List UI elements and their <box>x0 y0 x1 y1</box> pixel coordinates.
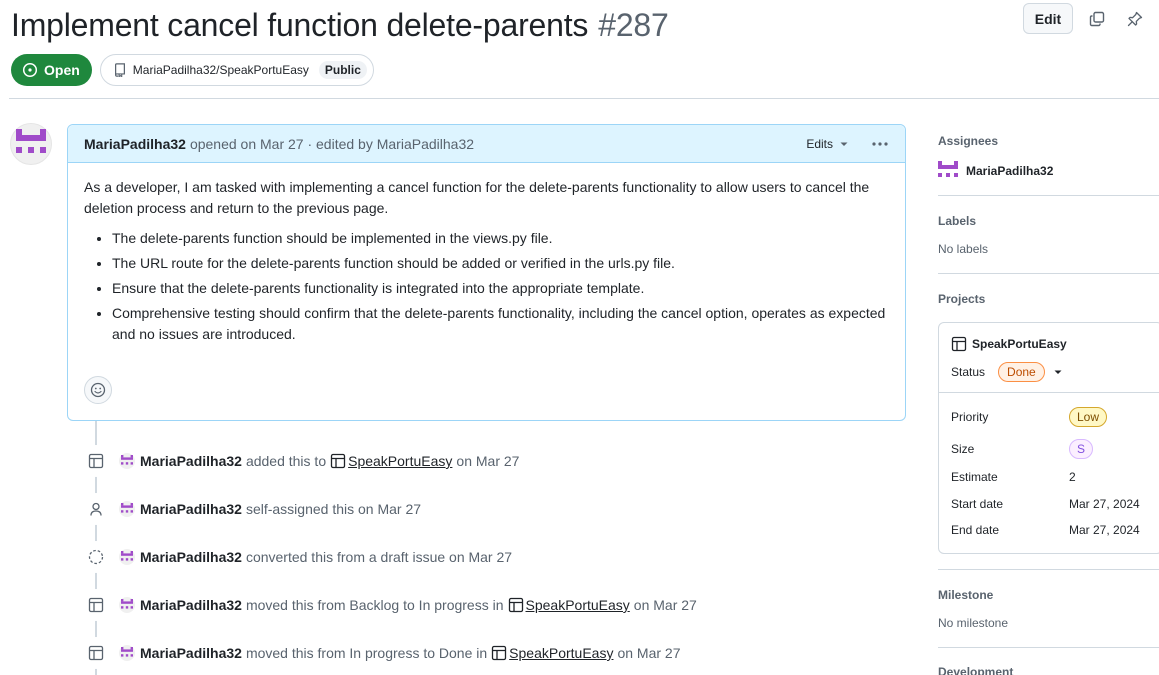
projects-title[interactable]: Projects <box>938 292 1159 306</box>
project-field-size[interactable]: Size S <box>951 439 1151 459</box>
avatar[interactable] <box>119 549 135 565</box>
project-field-end-date[interactable]: End date Mar 27, 2024 <box>951 523 1151 537</box>
project-link[interactable]: SpeakPortuEasy <box>509 645 613 661</box>
assignees-section: Assignees MariaPadilha32 <box>938 134 1159 181</box>
issue-title-row: Implement cancel function delete-parents… <box>11 2 669 48</box>
author-avatar[interactable] <box>10 123 52 165</box>
table-icon <box>951 336 967 352</box>
edits-dropdown[interactable]: Edits <box>806 137 849 151</box>
edit-button[interactable]: Edit <box>1023 3 1073 34</box>
list-item: Comprehensive testing should confirm tha… <box>112 303 889 345</box>
triangle-down-icon <box>840 142 848 146</box>
project-field-start-date[interactable]: Start date Mar 27, 2024 <box>951 497 1151 511</box>
issue-body-comment: MariaPadilha32 opened on Mar 27 · edited… <box>67 124 906 421</box>
kebab-icon[interactable] <box>871 141 889 147</box>
state-badge: Open <box>11 54 92 86</box>
header-actions: Edit <box>1023 3 1149 34</box>
timeline-author[interactable]: MariaPadilha32 <box>140 501 242 517</box>
timeline-item: MariaPadilha32 converted this from a dra… <box>80 541 512 573</box>
projects-section: Projects <box>938 292 1159 306</box>
list-item: The URL route for the delete-parents fun… <box>112 253 889 274</box>
smiley-icon[interactable] <box>84 376 112 404</box>
labels-value: No labels <box>938 242 989 256</box>
comment-body: As a developer, I am tasked with impleme… <box>68 163 905 345</box>
visibility-label: Public <box>318 61 367 79</box>
issue-title: Implement cancel function delete-parents… <box>11 6 669 43</box>
project-field-priority[interactable]: Priority Low <box>951 407 1151 427</box>
development-title[interactable]: Development <box>938 665 1159 675</box>
timeline-author[interactable]: MariaPadilha32 <box>140 453 242 469</box>
project-field-estimate[interactable]: Estimate 2 <box>951 470 1151 484</box>
table-icon <box>80 445 112 477</box>
milestone-value: No milestone <box>938 616 1009 630</box>
size-badge: S <box>1069 439 1094 459</box>
development-section: Development <box>938 665 1159 675</box>
comment-author[interactable]: MariaPadilha32 <box>84 136 186 152</box>
timeline-author[interactable]: MariaPadilha32 <box>140 549 242 565</box>
avatar[interactable] <box>119 453 135 469</box>
project-link[interactable]: SpeakPortuEasy <box>348 453 452 469</box>
table-icon <box>508 597 524 613</box>
sidebar-divider <box>938 647 1159 648</box>
table-icon <box>491 645 507 661</box>
timeline-item: MariaPadilha32 added this to SpeakPortuE… <box>80 445 519 477</box>
comment-paragraph: As a developer, I am tasked with impleme… <box>84 179 870 216</box>
table-icon <box>80 637 112 669</box>
timeline-item: MariaPadilha32 self-assigned this on Mar… <box>80 493 421 525</box>
timeline-author[interactable]: MariaPadilha32 <box>140 645 242 661</box>
comment-header: MariaPadilha32 opened on Mar 27 · edited… <box>68 125 905 163</box>
dashed-circle-icon <box>80 541 112 573</box>
header-divider <box>9 98 1159 99</box>
comment-list: The delete-parents function should be im… <box>84 228 889 345</box>
milestone-title[interactable]: Milestone <box>938 588 1159 602</box>
issue-open-icon <box>22 62 38 78</box>
triangle-down-icon[interactable] <box>1053 367 1063 377</box>
timeline-item: MariaPadilha32 moved this from In progre… <box>80 637 681 669</box>
avatar[interactable] <box>119 597 135 613</box>
sidebar-divider <box>938 569 1159 570</box>
assignees-title[interactable]: Assignees <box>938 134 1159 148</box>
sidebar-divider <box>938 273 1159 274</box>
sidebar-divider <box>938 195 1159 196</box>
milestone-section: Milestone No milestone <box>938 588 1159 630</box>
list-item: The delete-parents function should be im… <box>112 228 889 249</box>
status-label: Status <box>951 365 986 379</box>
issue-meta: Open MariaPadilha32/SpeakPortuEasy Publi… <box>11 54 374 86</box>
list-item: Ensure that the delete-parents functiona… <box>112 278 889 299</box>
repo-icon <box>114 63 125 77</box>
table-icon <box>80 589 112 621</box>
comment-meta: opened on Mar 27 · edited by MariaPadilh… <box>189 135 475 152</box>
labels-section: Labels No labels <box>938 214 1159 256</box>
project-card-header: SpeakPortuEasy Status Done <box>939 323 1159 393</box>
repo-name: MariaPadilha32/SpeakPortuEasy <box>132 63 309 77</box>
copy-icon[interactable] <box>1083 3 1111 34</box>
status-badge[interactable]: Done <box>998 362 1045 382</box>
table-icon <box>330 453 346 469</box>
avatar[interactable] <box>119 645 135 661</box>
project-status: Status Done <box>951 362 1150 382</box>
pin-icon[interactable] <box>1121 3 1149 34</box>
project-name[interactable]: SpeakPortuEasy <box>951 336 1150 352</box>
person-icon <box>80 493 112 525</box>
avatar[interactable] <box>119 501 135 517</box>
issue-number: #287 <box>598 6 669 43</box>
avatar <box>938 161 958 177</box>
project-link[interactable]: SpeakPortuEasy <box>526 597 630 613</box>
labels-title[interactable]: Labels <box>938 214 1159 228</box>
priority-badge: Low <box>1069 407 1108 427</box>
repo-link[interactable]: MariaPadilha32/SpeakPortuEasy Public <box>99 54 374 86</box>
timeline-item: MariaPadilha32 moved this from Backlog t… <box>80 589 697 621</box>
assignee[interactable]: MariaPadilha32 <box>938 161 1159 181</box>
project-card: SpeakPortuEasy Status Done Priority Low … <box>938 322 1159 554</box>
timeline-author[interactable]: MariaPadilha32 <box>140 597 242 613</box>
